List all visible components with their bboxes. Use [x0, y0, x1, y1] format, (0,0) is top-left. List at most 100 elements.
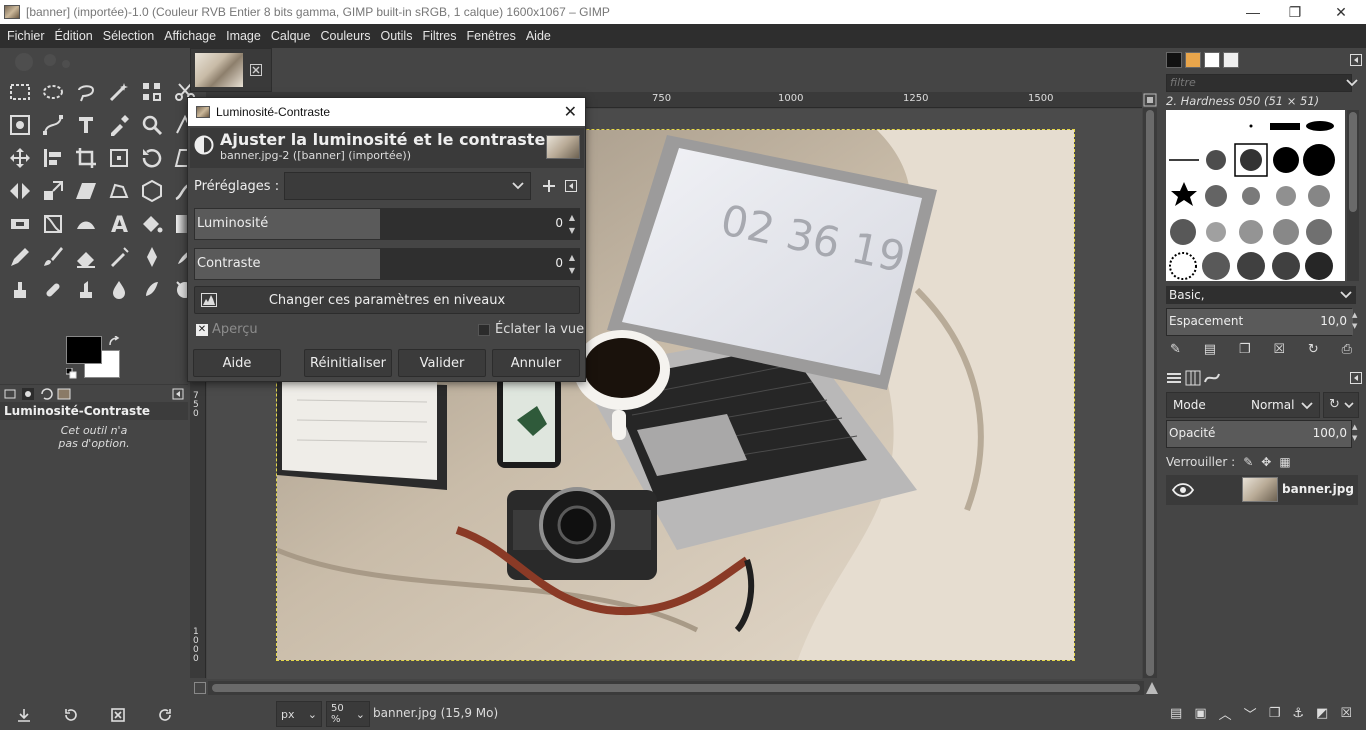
dialog-title-bar[interactable]: Luminosité-Contraste ✕	[188, 98, 585, 126]
unit-select[interactable]: px ⌄	[276, 701, 322, 727]
blur-sharpen-tool-icon[interactable]	[103, 274, 135, 306]
menu-calque[interactable]: Calque	[266, 29, 316, 43]
image-tab[interactable]	[190, 48, 272, 92]
presets-combo[interactable]	[284, 172, 531, 200]
layer-mode-select[interactable]: Mode Normal	[1166, 392, 1320, 418]
lock-position-icon[interactable]: ✥	[1261, 455, 1271, 469]
bucket-fill-tool-icon[interactable]	[136, 208, 168, 240]
horizontal-scroll-thumb[interactable]	[212, 684, 1140, 692]
pencil-tool-icon[interactable]	[4, 241, 36, 273]
layers-tab-icon[interactable]	[1166, 370, 1182, 386]
delete-options-icon[interactable]	[110, 707, 126, 723]
save-options-icon[interactable]	[16, 707, 32, 723]
smudge-tool-icon[interactable]	[136, 274, 168, 306]
flip-tool-icon[interactable]	[4, 175, 36, 207]
shear-tool-icon[interactable]	[70, 175, 102, 207]
eraser-tool-icon[interactable]	[70, 241, 102, 273]
brush-spacing-stepper[interactable]: ▲ ▼	[1352, 310, 1357, 332]
text-tool-a-icon[interactable]	[70, 109, 102, 141]
ellipse-select-tool-icon[interactable]	[37, 76, 69, 108]
close-window-button[interactable]: ✕	[1318, 0, 1364, 24]
brush-spacing-spinscale[interactable]: Espacement 10,0	[1166, 308, 1353, 336]
brush-preset-select[interactable]: Basic,	[1166, 286, 1356, 304]
ink-tool-icon[interactable]	[136, 241, 168, 273]
rotate-tool-icon[interactable]	[136, 142, 168, 174]
chevron-up-icon[interactable]: ▲	[567, 251, 577, 264]
brushes-tab-icon[interactable]	[1166, 52, 1182, 68]
tool-options-tab-icon[interactable]	[3, 387, 17, 401]
text-tool-icon[interactable]: A	[103, 208, 135, 240]
vertical-scrollbar[interactable]	[1143, 108, 1157, 678]
duplicate-brush-icon[interactable]: ❐	[1239, 342, 1251, 357]
close-image-tab-icon[interactable]	[250, 64, 262, 76]
3d-transform-tool-icon[interactable]	[136, 175, 168, 207]
layer-opacity-value[interactable]: 100,0	[1313, 426, 1347, 440]
zoom-tool-icon[interactable]	[136, 109, 168, 141]
fonts-tab-icon[interactable]	[1204, 52, 1220, 68]
layer-opacity-stepper[interactable]: ▲ ▼	[1352, 422, 1357, 444]
layer-name[interactable]: banner.jpg	[1282, 482, 1354, 496]
patterns-tab-icon[interactable]	[1185, 52, 1201, 68]
configure-tab-icon[interactable]	[1350, 372, 1362, 384]
dialog-close-icon[interactable]: ✕	[564, 102, 577, 122]
raise-layer-icon[interactable]: ︿	[1219, 704, 1232, 723]
preview-checkbox[interactable]: ✕ Aperçu	[196, 322, 258, 337]
help-button[interactable]: Aide	[193, 349, 281, 377]
undo-history-tab-icon[interactable]	[39, 387, 53, 401]
device-status-tab-icon[interactable]	[21, 387, 35, 401]
preset-menu-icon[interactable]	[565, 180, 577, 192]
contrast-spinscale[interactable]: Contraste 0 ▲ ▼	[194, 248, 580, 280]
duplicate-layer-icon[interactable]: ❐	[1269, 706, 1281, 721]
lasso-tool-icon[interactable]	[70, 76, 102, 108]
add-preset-icon[interactable]	[543, 180, 555, 192]
split-view-checkbox[interactable]: Éclater la vue	[478, 322, 584, 337]
chevron-down-icon[interactable]: ▼	[567, 224, 577, 237]
paintbrush-tool-icon[interactable]	[37, 241, 69, 273]
brush-spacing-value[interactable]: 10,0	[1320, 314, 1347, 328]
configure-tab-icon[interactable]	[172, 388, 184, 400]
fg-bg-color-swatches[interactable]	[66, 336, 126, 382]
new-layer-group-icon[interactable]: ▣	[1194, 706, 1206, 721]
navigate-icon[interactable]	[1143, 93, 1157, 107]
delete-brush-icon[interactable]: ☒	[1273, 342, 1285, 357]
zoom-image-when-window-resize-icon[interactable]	[1145, 681, 1159, 695]
mask-layer-icon[interactable]: ◩	[1316, 706, 1328, 721]
menu-affichage[interactable]: Affichage	[159, 29, 221, 43]
brush-grid-scroll-thumb[interactable]	[1349, 112, 1357, 212]
delete-layer-icon[interactable]: ☒	[1340, 706, 1352, 721]
images-tab-icon[interactable]	[57, 387, 71, 401]
lock-pixels-icon[interactable]: ✎	[1243, 455, 1253, 469]
clone-tool-icon[interactable]	[4, 274, 36, 306]
new-brush-icon[interactable]: ▤	[1204, 342, 1216, 357]
select-by-color-tool-icon[interactable]	[136, 76, 168, 108]
horizontal-scrollbar[interactable]	[208, 681, 1144, 695]
edit-as-levels-button[interactable]: Changer ces paramètres en niveaux	[194, 286, 580, 314]
lock-alpha-icon[interactable]: ▦	[1279, 455, 1290, 469]
chevron-down-icon[interactable]	[1346, 79, 1358, 87]
checkbox-checked-icon[interactable]: ✕	[196, 323, 208, 336]
menu-outils[interactable]: Outils	[376, 29, 418, 43]
brightness-spinscale[interactable]: Luminosité 0 ▲ ▼	[194, 208, 580, 240]
channels-tab-icon[interactable]	[1185, 370, 1201, 386]
brush-grid-scrollbar[interactable]	[1347, 110, 1359, 281]
brush-filter-input[interactable]: filtre	[1166, 74, 1352, 92]
cancel-button[interactable]: Annuler	[492, 349, 580, 377]
swap-colors-icon[interactable]	[108, 336, 120, 348]
configure-tab-icon[interactable]	[1350, 54, 1362, 66]
lower-layer-icon[interactable]: ﹀	[1244, 704, 1257, 723]
vertical-scroll-thumb[interactable]	[1146, 110, 1154, 676]
cage-transform-tool-icon[interactable]	[103, 175, 135, 207]
zoom-select[interactable]: 50 % ⌄	[326, 701, 370, 727]
foreground-select-tool-icon[interactable]	[4, 109, 36, 141]
minimize-button[interactable]: —	[1230, 0, 1276, 24]
brush-grid[interactable]	[1166, 110, 1345, 281]
edit-brush-icon[interactable]: ✎	[1170, 342, 1181, 357]
unified-transform-tool-icon[interactable]	[103, 142, 135, 174]
chevron-down-icon[interactable]: ▼	[567, 264, 577, 277]
chevron-down-icon[interactable]: ▼	[1352, 321, 1357, 332]
menu-fichier[interactable]: Fichier	[2, 29, 50, 43]
n-point-deformation-tool-icon[interactable]	[70, 208, 102, 240]
seamless-clone-tool-icon[interactable]	[37, 208, 69, 240]
layer-row[interactable]: banner.jpg	[1166, 475, 1358, 505]
paths-tab-icon[interactable]	[1204, 370, 1220, 386]
